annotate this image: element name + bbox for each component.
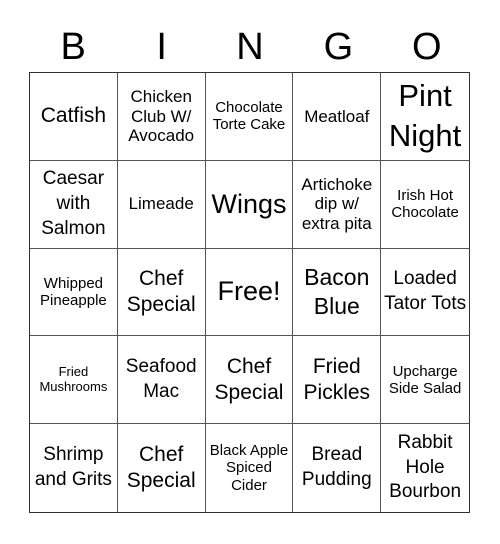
bingo-grid: Catfish Chicken Club W/ Avocado Chocolat… <box>29 72 470 513</box>
bingo-cell[interactable]: Bacon Blue <box>293 248 382 337</box>
bingo-cell[interactable]: Black Apple Spiced Cider <box>206 424 294 512</box>
cell-text: Bacon Blue <box>304 264 370 319</box>
bingo-cell[interactable]: Shrimp and Grits <box>30 424 118 512</box>
bingo-cell[interactable]: Chicken Club W/ Avocado <box>117 73 206 161</box>
cell-text: Caesar with Salmon <box>41 168 106 239</box>
header-letter-n: N <box>236 26 264 68</box>
bingo-cell[interactable]: Rabbit Hole Bourbon <box>381 424 469 512</box>
header-letter-i: I <box>156 26 167 68</box>
cell-text: Shrimp and Grits <box>34 444 112 491</box>
bingo-cell[interactable]: Fried Mushrooms <box>30 336 118 425</box>
header-letter-g: G <box>323 26 354 68</box>
bingo-cell[interactable]: Irish Hot Chocolate <box>381 161 469 249</box>
cell-text: Upcharge Side Salad <box>388 362 462 397</box>
cell-text: Fried Mushrooms <box>39 363 108 394</box>
cell-text: Catfish <box>40 104 107 128</box>
bingo-cell[interactable]: Wings <box>205 160 294 249</box>
cell-text: Meatloaf <box>304 106 370 126</box>
cell-text: Fried Pickles <box>303 354 371 404</box>
cell-text: Chef Special <box>126 442 196 493</box>
cell-text: Free! <box>217 276 281 307</box>
cell-text: Chocolate Torte Cake <box>212 99 286 134</box>
cell-text: Bread Pudding <box>301 444 372 491</box>
cell-text: Loaded Tator Tots <box>384 268 467 314</box>
bingo-cell[interactable]: Seafood Mac <box>117 336 206 425</box>
bingo-cell[interactable]: Chocolate Torte Cake <box>205 73 294 161</box>
bingo-cell[interactable]: Upcharge Side Salad <box>381 336 469 425</box>
bingo-cell[interactable]: Meatloaf <box>293 73 382 161</box>
cell-text: Artichoke dip w/ extra pita <box>301 174 373 233</box>
bingo-cell[interactable]: Bread Pudding <box>293 424 382 512</box>
header-letter-o: O <box>412 26 442 68</box>
cell-text: Limeade <box>128 194 194 214</box>
header-letter-b: B <box>60 26 86 68</box>
cell-text: Black Apple Spiced Cider <box>209 442 289 494</box>
bingo-cell[interactable]: Loaded Tator Tots <box>381 249 469 337</box>
bingo-cell[interactable]: Artichoke dip w/ extra pita <box>293 160 382 249</box>
free-space[interactable]: Free! <box>205 248 294 337</box>
bingo-header: B I N G O <box>29 22 471 72</box>
bingo-cell[interactable]: Chef Special <box>117 248 206 337</box>
bingo-cell[interactable]: Catfish <box>30 73 118 161</box>
bingo-cell[interactable]: Whipped Pineapple <box>30 248 118 337</box>
cell-text: Seafood Mac <box>125 356 197 402</box>
cell-text: Whipped Pineapple <box>40 274 107 309</box>
bingo-cell[interactable]: Fried Pickles <box>293 336 382 425</box>
bingo-cell[interactable]: Pint Night <box>381 73 469 161</box>
bingo-cell[interactable]: Caesar with Salmon <box>30 160 118 249</box>
cell-text: Chef Special <box>126 266 196 316</box>
cell-text: Chicken Club W/ Avocado <box>128 87 195 146</box>
cell-text: Irish Hot Chocolate <box>391 186 459 222</box>
bingo-cell[interactable]: Limeade <box>117 160 206 249</box>
cell-text: Rabbit Hole Bourbon <box>389 432 462 503</box>
cell-text: Chef Special <box>214 354 284 404</box>
cell-text: Pint Night <box>388 78 462 154</box>
cell-text: Wings <box>211 188 287 219</box>
bingo-cell[interactable]: Chef Special <box>205 336 294 425</box>
bingo-cell[interactable]: Chef Special <box>118 424 206 512</box>
